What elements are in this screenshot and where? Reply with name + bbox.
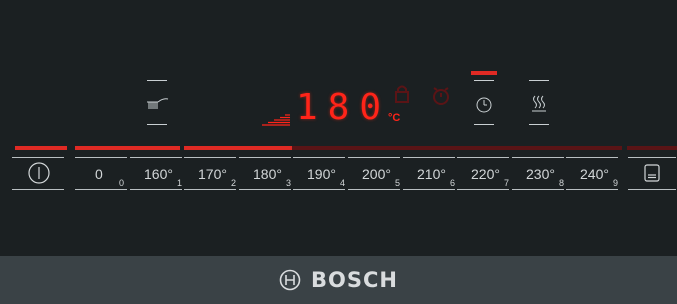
level-line-top <box>512 157 564 158</box>
level-line-bottom <box>403 189 455 190</box>
temperature-level-label: 210° <box>417 166 446 182</box>
level-line-top <box>75 157 127 158</box>
brand-strip: BOSCH <box>0 256 677 304</box>
temperature-level-index: 5 <box>395 178 401 188</box>
power-icon <box>28 162 50 184</box>
level-line-bottom <box>239 189 291 190</box>
temperature-level-button[interactable]: 00 <box>75 152 127 198</box>
power-line-bottom <box>12 189 64 190</box>
level-line-top <box>239 157 291 158</box>
top-heat-grill-icon <box>147 98 169 109</box>
timer-line-top <box>474 80 494 81</box>
level-line-bottom <box>75 189 127 190</box>
mode-line-bottom <box>147 124 167 125</box>
slider-remaining-bar <box>292 146 622 150</box>
level-line-top <box>184 157 236 158</box>
level-line-top <box>348 157 400 158</box>
temperature-level-label: 240° <box>580 166 609 182</box>
temperature-level-index: 0 <box>119 178 125 188</box>
level-line-top <box>130 157 182 158</box>
temperature-level-label: 190° <box>307 166 336 182</box>
temperature-level-label: 180° <box>253 166 282 182</box>
heat-line-bottom <box>529 124 549 125</box>
heat-function-button[interactable] <box>526 80 552 128</box>
brand: BOSCH <box>0 256 677 304</box>
level-line-bottom <box>184 189 236 190</box>
heat-line-top <box>529 80 549 81</box>
temperature-level-label: 200° <box>362 166 391 182</box>
temperature-level-button[interactable]: 230° 8 <box>512 152 564 198</box>
level-line-top <box>293 157 345 158</box>
temperature-level-label: 0 <box>95 166 103 182</box>
power-button[interactable] <box>12 152 64 198</box>
power-line-top <box>12 157 64 158</box>
mode-selector[interactable] <box>145 80 169 128</box>
temperature-level-index: 8 <box>559 178 565 188</box>
level-line-top <box>457 157 509 158</box>
temperature-level-index: 9 <box>613 178 619 188</box>
door-lock-icon <box>395 85 409 103</box>
level-line-top <box>566 157 618 158</box>
bosch-logo-icon <box>279 269 301 291</box>
temperature-unit: °C <box>388 112 401 124</box>
level-line-bottom <box>566 189 618 190</box>
light-line-bottom <box>628 189 676 190</box>
temperature-level-label: 230° <box>526 166 555 182</box>
temperature-level-button[interactable]: 220° 7 <box>457 152 509 198</box>
temperature-readout: 180 <box>296 87 392 128</box>
mode-line-top <box>147 80 167 81</box>
timer-line-bottom <box>474 124 494 125</box>
slider-fill-bar <box>184 146 292 150</box>
temperature-level-index: 7 <box>504 178 510 188</box>
temperature-level-button[interactable]: 180° 3 <box>239 152 291 198</box>
light-inactive-bar <box>627 146 677 150</box>
temperature-level-button[interactable]: 210° 6 <box>403 152 455 198</box>
timer-button[interactable] <box>471 80 497 128</box>
level-line-bottom <box>293 189 345 190</box>
power-active-bar <box>15 146 67 150</box>
temperature-level-button[interactable]: 200° 5 <box>348 152 400 198</box>
steam-waves-icon <box>532 95 546 112</box>
brand-name: BOSCH <box>311 268 398 292</box>
timer-active-marker <box>471 71 497 75</box>
level-line-bottom <box>457 189 509 190</box>
temperature-level-label: 170° <box>198 166 227 182</box>
level-line-bottom <box>130 189 182 190</box>
slider-fill-bar <box>75 146 180 150</box>
temperature-level-index: 3 <box>286 178 292 188</box>
temperature-level-button[interactable]: 240° 9 <box>566 152 618 198</box>
temperature-level-button[interactable]: 190° 4 <box>293 152 345 198</box>
oven-light-icon <box>644 164 660 182</box>
temperature-level-index: 1 <box>177 178 183 188</box>
temperature-level-index: 6 <box>450 178 456 188</box>
level-line-top <box>403 157 455 158</box>
temperature-level-label: 220° <box>471 166 500 182</box>
oven-light-button[interactable] <box>628 152 676 198</box>
temperature-level-button[interactable]: 170° 2 <box>184 152 236 198</box>
temperature-level-button[interactable]: 160° 1 <box>130 152 182 198</box>
level-line-bottom <box>512 189 564 190</box>
temperature-level-index: 2 <box>231 178 237 188</box>
clock-icon <box>476 97 492 113</box>
level-line-bottom <box>348 189 400 190</box>
alarm-clock-icon <box>433 87 449 105</box>
heat-up-indicator-icon <box>262 114 290 126</box>
temperature-level-label: 160° <box>144 166 173 182</box>
temperature-level-index: 4 <box>340 178 346 188</box>
light-line-top <box>628 157 676 158</box>
